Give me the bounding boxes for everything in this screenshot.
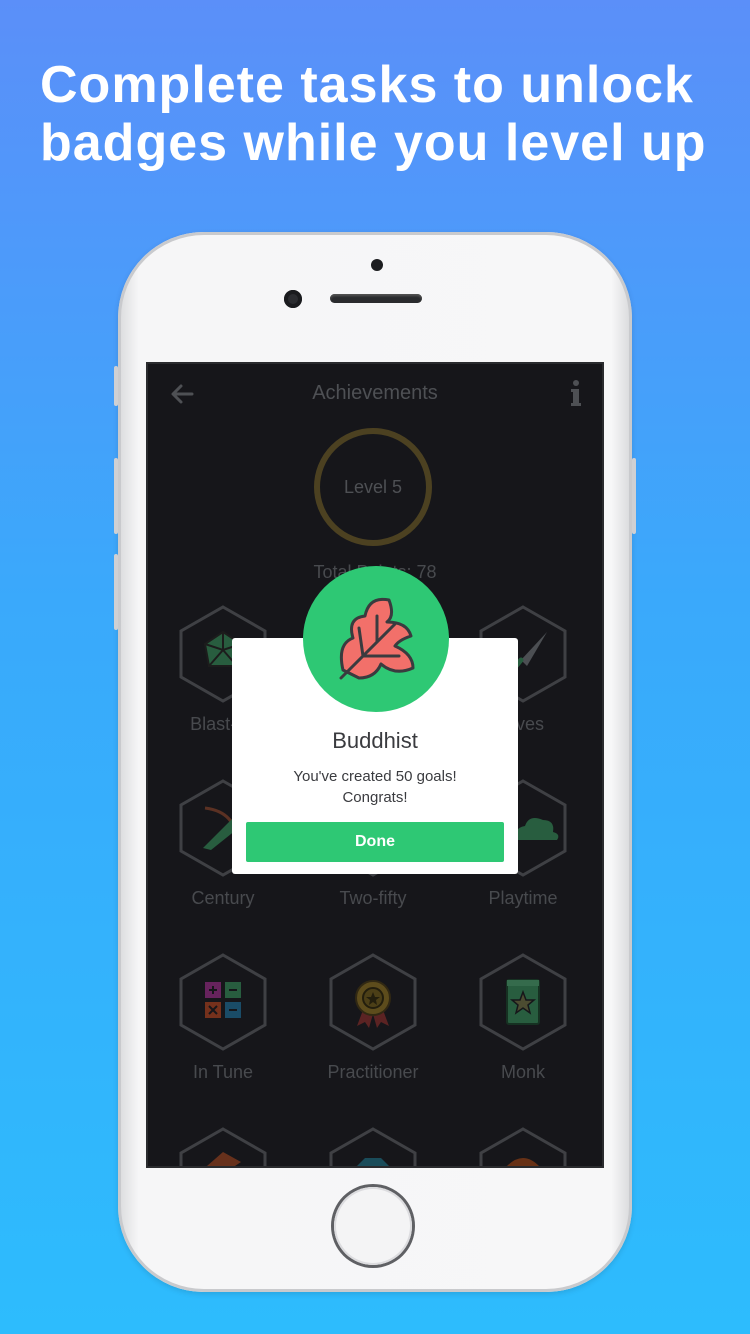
modal-title: Buddhist bbox=[332, 728, 418, 753]
home-button[interactable] bbox=[334, 1187, 412, 1265]
modal-message-line-2: Congrats! bbox=[342, 789, 408, 806]
power-button bbox=[632, 458, 636, 534]
headline-line-1: Complete tasks to unlock bbox=[40, 56, 694, 114]
volume-up-button bbox=[114, 458, 118, 534]
leaf-icon bbox=[339, 597, 415, 680]
done-button[interactable]: Done bbox=[246, 822, 504, 862]
proximity-sensor bbox=[371, 259, 383, 271]
modal-badge-circle bbox=[303, 566, 449, 712]
headline-line-2: badges while you level up bbox=[40, 114, 707, 172]
promo-headline: Complete tasks to unlock badges while yo… bbox=[40, 56, 730, 172]
mute-switch bbox=[114, 366, 118, 406]
earpiece-speaker bbox=[330, 294, 422, 303]
front-camera bbox=[284, 290, 302, 308]
modal-message: You've created 50 goals! Congrats! bbox=[232, 766, 518, 808]
modal-message-line-1: You've created 50 goals! bbox=[293, 768, 457, 785]
volume-down-button bbox=[114, 554, 118, 630]
